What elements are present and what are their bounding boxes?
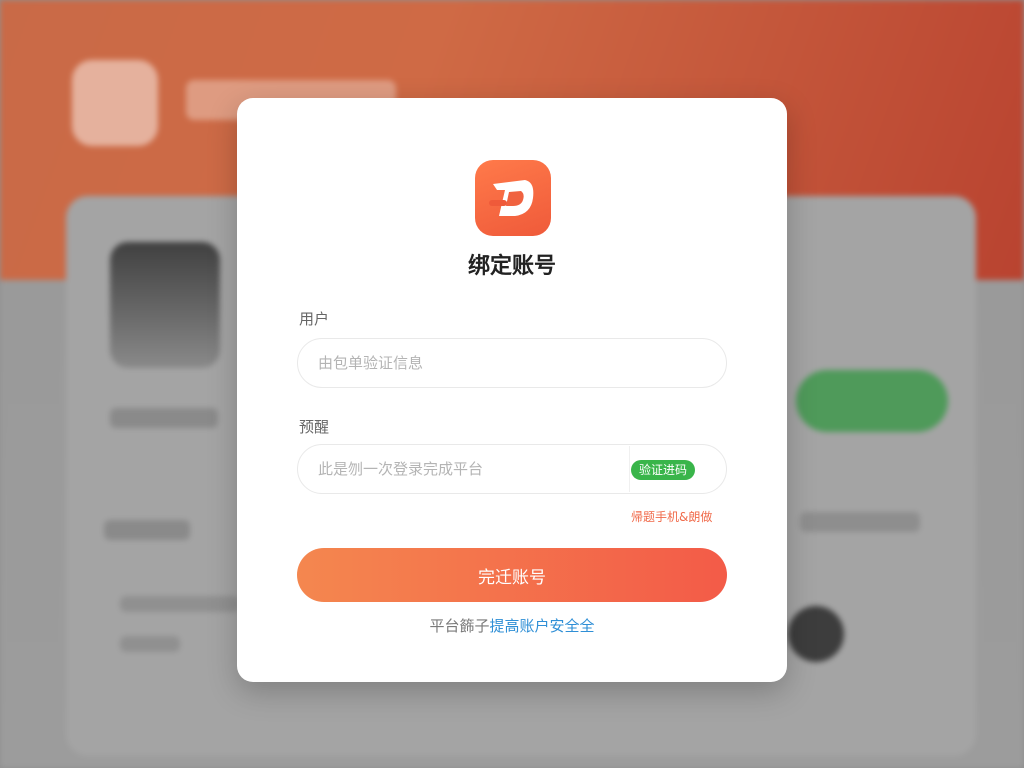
background-text bbox=[104, 520, 190, 540]
background-text bbox=[120, 596, 240, 612]
footer-text: 平台籂子 bbox=[429, 617, 490, 635]
security-link[interactable]: 提高账户安全全 bbox=[490, 617, 595, 635]
background-avatar bbox=[110, 242, 220, 368]
background-text bbox=[800, 512, 920, 532]
code-label: 预醒 bbox=[299, 418, 330, 436]
dialog-title: 绑定账号 bbox=[467, 254, 556, 279]
background-green-button bbox=[796, 370, 948, 432]
background-float-button bbox=[788, 606, 844, 662]
footer-note: 平台籂子提高账户安全全 bbox=[237, 615, 787, 636]
app-logo-icon bbox=[475, 160, 551, 236]
background-text bbox=[110, 408, 218, 428]
bind-account-dialog: 绑定账号 用户 预醒 验证进码 帰题手机&朗做 完迁账号 平台籂子提高账户安全全 bbox=[237, 98, 787, 682]
user-label: 用户 bbox=[299, 310, 330, 328]
background-text bbox=[120, 636, 180, 652]
send-code-button[interactable]: 验证进码 bbox=[631, 460, 696, 480]
bind-account-button[interactable]: 完迁账号 bbox=[297, 548, 727, 602]
background-logo bbox=[72, 60, 158, 146]
help-link[interactable]: 帰题手机&朗做 bbox=[631, 508, 712, 525]
user-input[interactable] bbox=[297, 338, 727, 388]
